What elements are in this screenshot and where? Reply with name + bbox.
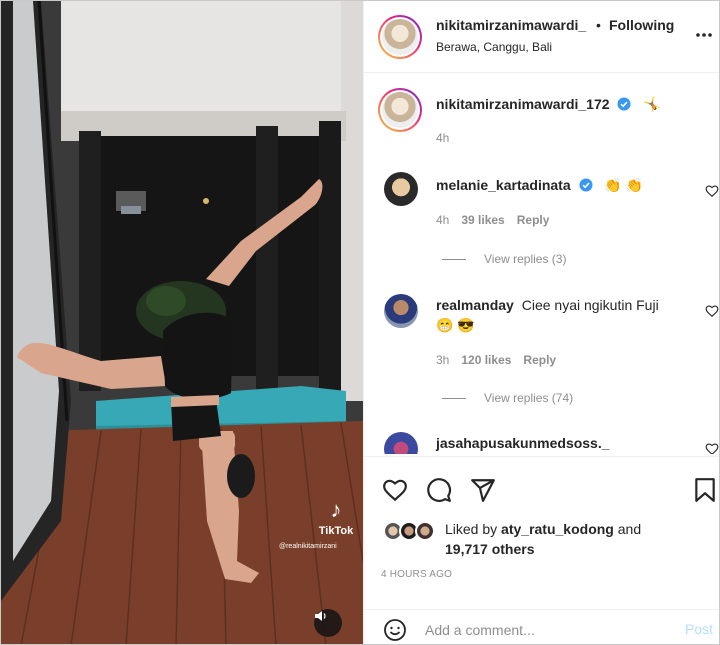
comment-text: Ciee nyai ngikutin Fuji bbox=[521, 297, 659, 313]
likes-count-number[interactable]: 19,717 bbox=[445, 541, 488, 557]
liked-by-user[interactable]: aty_ratu_kodong bbox=[501, 521, 614, 537]
comment-3: jasahapusakunmedsoss._ bbox=[436, 435, 610, 451]
caption-username[interactable]: nikitamirzanimawardi_172 bbox=[436, 96, 610, 112]
comment-likes[interactable]: 39 likes bbox=[461, 213, 504, 227]
tiktok-username: @realnikitamirzani bbox=[279, 543, 337, 550]
comment-1: melanie_kartadinata 👏 👏 bbox=[436, 177, 643, 194]
caption-avatar[interactable] bbox=[378, 88, 422, 132]
view-replies-label[interactable]: View replies (3) bbox=[484, 252, 566, 266]
comment-input[interactable] bbox=[425, 619, 675, 641]
comment-username[interactable]: jasahapusakunmedsoss._ bbox=[436, 435, 610, 451]
commenter-avatar[interactable] bbox=[384, 432, 418, 454]
tiktok-label: TikTok bbox=[318, 525, 354, 537]
more-options-icon[interactable] bbox=[694, 25, 714, 45]
liked-by-and: and bbox=[617, 521, 642, 537]
save-bookmark-icon[interactable] bbox=[692, 477, 718, 503]
emoji-icon[interactable] bbox=[383, 618, 407, 642]
reply-button[interactable]: Reply bbox=[523, 353, 556, 367]
comment-text: 👏 👏 bbox=[604, 177, 644, 193]
likes-count[interactable]: 19,717 others bbox=[445, 541, 535, 557]
view-replies-button[interactable]: View replies (74) bbox=[442, 391, 573, 405]
like-heart-icon[interactable] bbox=[382, 477, 408, 503]
view-replies-label[interactable]: View replies (74) bbox=[484, 391, 573, 405]
like-comment-heart-icon[interactable] bbox=[705, 184, 719, 198]
add-comment-bar: Post bbox=[363, 609, 719, 644]
view-replies-button[interactable]: View replies (3) bbox=[442, 252, 566, 266]
liked-by-text: Liked by aty_ratu_kodong and bbox=[445, 521, 641, 537]
comment-meta: 3h 120 likes Reply bbox=[436, 353, 556, 367]
author-username[interactable]: nikitamirzanimawardi_ bbox=[436, 17, 586, 33]
verified-badge-icon bbox=[579, 178, 593, 192]
like-comment-heart-icon[interactable] bbox=[705, 442, 719, 454]
separator-dot: • bbox=[596, 17, 601, 33]
caption-time: 4h bbox=[436, 131, 450, 145]
share-paper-plane-icon[interactable] bbox=[470, 477, 496, 503]
comment-username[interactable]: realmanday bbox=[436, 297, 514, 313]
speaker-icon bbox=[315, 611, 326, 621]
mute-button[interactable] bbox=[314, 609, 342, 637]
following-button[interactable]: Following bbox=[609, 17, 674, 33]
replies-divider bbox=[442, 259, 466, 261]
tiktok-watermark: ♪ TikTok bbox=[313, 497, 359, 538]
comment-time: 3h bbox=[436, 353, 450, 367]
caption: nikitamirzanimawardi_172 🤸 bbox=[436, 96, 661, 113]
instagram-post-window: ♪ TikTok @realnikitamirzani nikitamirzan… bbox=[0, 0, 720, 645]
comment-bubble-icon[interactable] bbox=[426, 477, 452, 503]
replies-divider bbox=[442, 398, 466, 400]
post-timestamp[interactable]: 4 HOURS AGO bbox=[381, 569, 452, 580]
likes-count-others[interactable]: others bbox=[492, 541, 535, 557]
author-avatar[interactable] bbox=[378, 15, 422, 59]
caption-text: 🤸 bbox=[643, 96, 661, 112]
comment-meta: 4h 39 likes Reply bbox=[436, 213, 549, 227]
comment-2-emoji: 😁 😎 bbox=[436, 317, 475, 334]
comments-list[interactable]: nikitamirzanimawardi_172 🤸 4h melanie_ka… bbox=[364, 74, 719, 454]
verified-badge-icon bbox=[617, 97, 631, 111]
post-details-panel: nikitamirzanimawardi_ • Following Berawa… bbox=[363, 1, 719, 644]
reply-button[interactable]: Reply bbox=[517, 213, 550, 227]
post-comment-button[interactable]: Post bbox=[685, 621, 713, 637]
location-link[interactable]: Berawa, Canggu, Bali bbox=[436, 40, 552, 54]
comment-text-emoji: 😁 😎 bbox=[436, 317, 475, 333]
post-video[interactable]: ♪ TikTok @realnikitamirzani bbox=[1, 1, 363, 644]
comment-time: 4h bbox=[436, 213, 450, 227]
post-header: nikitamirzanimawardi_ • Following Berawa… bbox=[364, 1, 719, 73]
comment-likes[interactable]: 120 likes bbox=[461, 353, 511, 367]
like-comment-heart-icon[interactable] bbox=[705, 304, 719, 318]
commenter-avatar[interactable] bbox=[384, 172, 418, 206]
liked-by-prefix: Liked by bbox=[445, 521, 498, 537]
comment-2: realmanday Ciee nyai ngikutin Fuji bbox=[436, 297, 659, 313]
tiktok-icon: ♪ bbox=[330, 497, 342, 522]
commenter-avatar[interactable] bbox=[384, 294, 418, 328]
comment-username[interactable]: melanie_kartadinata bbox=[436, 177, 571, 193]
